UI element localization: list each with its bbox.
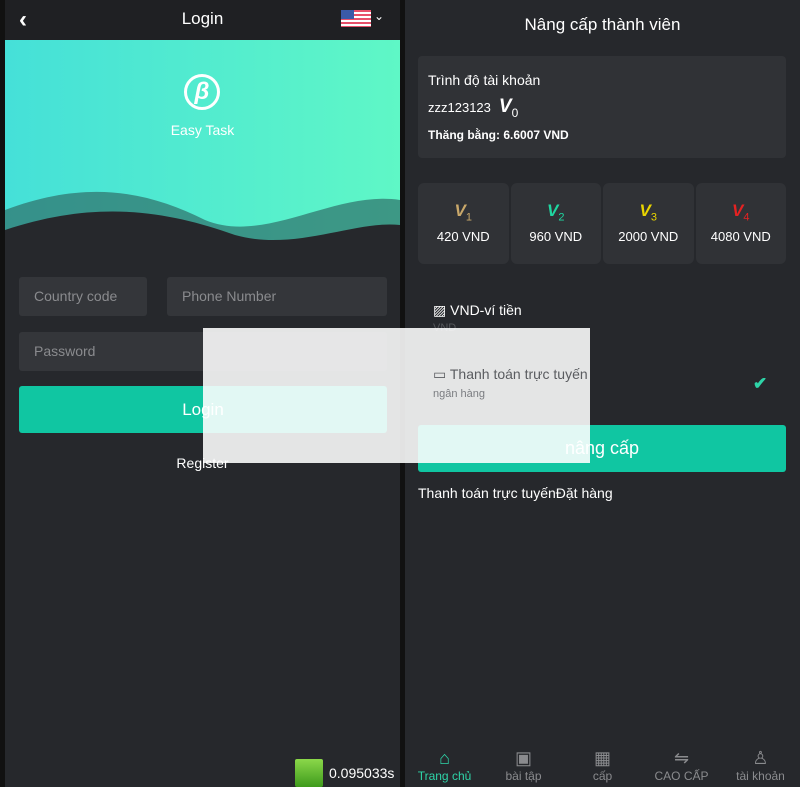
note-text: Thanh toán trực tuyếnĐặt hàng	[418, 485, 613, 501]
banner: β Easy Task	[5, 40, 400, 250]
app-icon	[295, 759, 323, 787]
chevron-down-icon[interactable]: ⌄	[374, 9, 384, 23]
us-flag-icon[interactable]	[341, 10, 371, 27]
nav-item[interactable]: ⇋ CAO CẤP	[642, 745, 721, 787]
nav-item[interactable]: ▦ cấp	[563, 745, 642, 787]
task-icon: ▣	[514, 748, 532, 768]
level-option[interactable]: V2 960 VND	[510, 183, 601, 264]
upgrade-panel: Nâng cấp thành viên Trình độ tài khoản z…	[405, 0, 800, 787]
payment-sub: ngân hàng	[433, 388, 485, 400]
level-badge: V0	[498, 96, 519, 120]
timer-value: 0.095033s	[329, 765, 395, 781]
country-code-input[interactable]: Country code	[19, 277, 147, 316]
nav-item[interactable]: ⌂ Trang chủ	[405, 745, 484, 787]
level-option[interactable]: V1 420 VND	[418, 183, 509, 264]
level-badge: V3	[639, 201, 657, 224]
balance-value: 6.6007 VND	[503, 127, 569, 142]
nav-label: cấp	[592, 769, 613, 783]
payment-vnd-wallet[interactable]: ▨ VND-ví tiền	[433, 302, 522, 319]
nav-label: CAO CẤP	[654, 769, 709, 783]
nav-item[interactable]: ▣ bài tập	[484, 745, 563, 787]
level-price: 4080 VND	[710, 229, 771, 245]
account-card: Trình độ tài khoản zzz123123 V0 Thăng bằn…	[418, 56, 786, 158]
page-title: Nâng cấp thành viên	[524, 15, 681, 34]
level-price: 420 VND	[436, 229, 490, 245]
level-badge: V2	[547, 201, 565, 224]
wave-decoration	[5, 191, 400, 250]
balance-label: Thăng bằng:	[428, 127, 500, 142]
nav-label: Trang chủ	[417, 769, 472, 783]
level-price: 960 VND	[529, 229, 583, 245]
timer: 0.095033s	[295, 759, 394, 787]
overlay-box	[203, 328, 590, 463]
level-badge: V1	[454, 201, 472, 224]
phone-number-input[interactable]: Phone Number	[167, 277, 387, 316]
user-icon: ♙	[752, 748, 769, 768]
nav-item[interactable]: ♙ tài khoản	[721, 745, 800, 787]
nav-label: bài tập	[505, 769, 542, 783]
home-icon: ⌂	[439, 748, 450, 768]
level-options: V1 420 VND V2 960 VND V3 2000 VND V4 4080 VND	[418, 183, 786, 264]
grid-icon: ▦	[593, 748, 611, 768]
nav-label: tài khoản	[736, 769, 785, 783]
brand-name: Easy Task	[170, 122, 235, 138]
account-level-label: Trình độ tài khoản	[428, 72, 541, 88]
level-price: 2000 VND	[618, 229, 679, 245]
payment-online[interactable]: ▭ Thanh toán trực tuyến	[433, 366, 588, 383]
header: ‹ Login ⌄	[5, 0, 400, 40]
exchange-icon: ⇋	[673, 748, 690, 768]
check-icon: ✔	[753, 374, 768, 393]
level-option[interactable]: V3 2000 VND	[603, 183, 694, 264]
bottom-nav: ⌂ Trang chủ ▣ bài tập ▦ cấp ⇋ CAO CẤP ♙ tài khoản	[405, 745, 800, 787]
level-option[interactable]: V4 4080 VND	[695, 183, 786, 264]
level-badge: V4	[732, 201, 750, 224]
username: zzz123123	[428, 100, 491, 115]
logo-icon: β	[184, 74, 220, 110]
